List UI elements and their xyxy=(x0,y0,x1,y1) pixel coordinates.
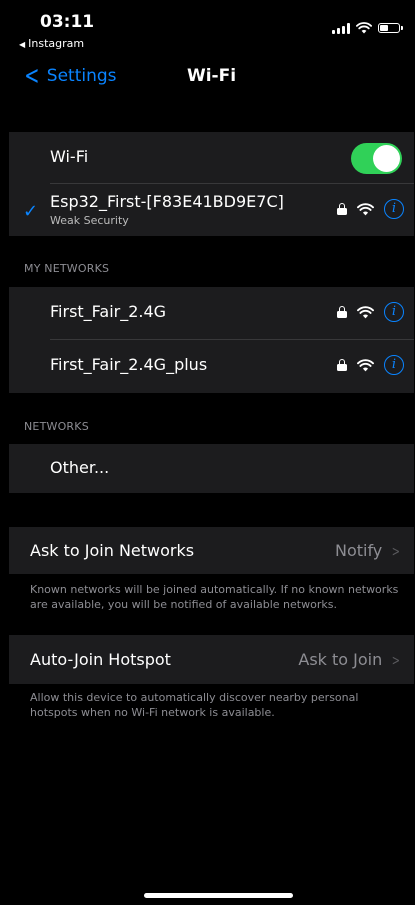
network-icons: i xyxy=(337,199,404,219)
chevron-right-icon: > xyxy=(392,544,401,560)
my-networks-header: MY NETWORKS xyxy=(24,262,110,275)
network-row[interactable]: First_Fair_2.4G i xyxy=(9,287,414,340)
wifi-status-icon xyxy=(356,22,372,34)
wifi-toggle[interactable] xyxy=(351,143,402,174)
lock-icon xyxy=(337,306,347,318)
ask-to-join-row[interactable]: Ask to Join Networks Notify > xyxy=(9,527,414,574)
connected-network-row[interactable]: ✓ Esp32_First-[F83E41BD9E7C] Weak Securi… xyxy=(9,184,414,236)
ask-to-join-footer: Known networks will be joined automatica… xyxy=(30,583,399,611)
home-indicator[interactable] xyxy=(144,893,293,898)
info-icon[interactable]: i xyxy=(384,199,404,219)
wifi-toggle-row: Wi-Fi xyxy=(9,132,414,184)
network-icons: i xyxy=(337,355,404,375)
back-app-label: Instagram xyxy=(28,37,85,50)
phone-screen: 03:11 ◀Instagram < Settings Wi-Fi Wi-Fi xyxy=(9,0,414,905)
navigation-bar: < Settings Wi-Fi xyxy=(9,56,414,100)
status-icons xyxy=(332,22,403,34)
auto-join-row[interactable]: Auto-Join Hotspot Ask to Join > xyxy=(9,635,414,684)
wifi-icon xyxy=(357,305,374,318)
my-networks-group: First_Fair_2.4G i First_Fair_2.4G_plus i xyxy=(9,287,414,393)
ask-to-join-label: Ask to Join Networks xyxy=(30,541,195,560)
lock-icon xyxy=(337,359,347,371)
auto-join-footer: Allow this device to automatically disco… xyxy=(30,691,359,719)
battery-icon xyxy=(378,23,403,33)
info-icon[interactable]: i xyxy=(384,355,404,375)
wifi-group: Wi-Fi ✓ Esp32_First-[F83E41BD9E7C] Weak … xyxy=(9,132,414,236)
ask-to-join-value-text: Notify xyxy=(334,541,383,560)
connected-network-name: Esp32_First-[F83E41BD9E7C] xyxy=(50,192,284,211)
status-bar: 03:11 ◀ Instagram xyxy=(9,0,414,56)
toggle-knob xyxy=(373,145,400,172)
ask-to-join-value: Notify > xyxy=(335,541,402,560)
wifi-label: Wi-Fi xyxy=(50,147,89,166)
info-icon[interactable]: i xyxy=(384,302,404,322)
other-network-label: Other... xyxy=(50,458,110,477)
back-to-app-link[interactable]: ◀ Instagram xyxy=(19,37,84,50)
wifi-icon xyxy=(357,358,374,371)
network-name: First_Fair_2.4G xyxy=(50,302,167,321)
ask-to-join-group: Ask to Join Networks Notify > xyxy=(9,527,414,574)
status-time: 03:11 xyxy=(40,12,95,32)
networks-header: NETWORKS xyxy=(24,420,89,433)
network-icons: i xyxy=(337,302,404,322)
chevron-right-icon: > xyxy=(392,653,401,669)
other-network-row[interactable]: Other... xyxy=(9,444,414,493)
auto-join-group: Auto-Join Hotspot Ask to Join > xyxy=(9,635,414,684)
networks-group: Other... xyxy=(9,444,414,493)
back-triangle-icon: ◀ xyxy=(19,40,26,49)
auto-join-value: Ask to Join > xyxy=(298,650,402,669)
auto-join-label: Auto-Join Hotspot xyxy=(30,650,171,669)
checkmark-icon: ✓ xyxy=(23,201,39,222)
wifi-icon xyxy=(357,202,374,215)
cellular-signal-icon xyxy=(332,22,350,34)
auto-join-value-text: Ask to Join xyxy=(298,650,383,669)
network-name: First_Fair_2.4G_plus xyxy=(50,355,208,374)
connected-network-subtitle: Weak Security xyxy=(50,214,129,227)
page-title: Wi-Fi xyxy=(186,66,237,86)
network-row[interactable]: First_Fair_2.4G_plus i xyxy=(9,340,414,393)
lock-icon xyxy=(337,203,347,215)
